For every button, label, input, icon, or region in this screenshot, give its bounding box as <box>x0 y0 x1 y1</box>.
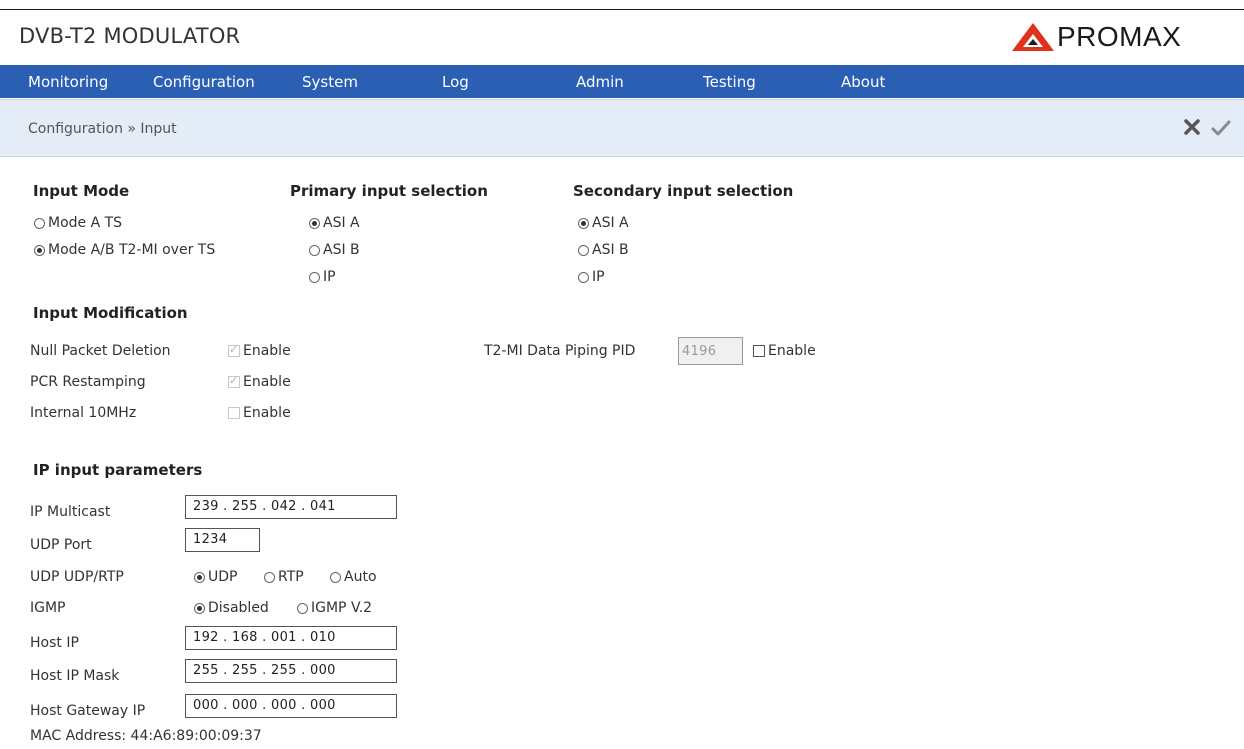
input-mode-heading: Input Mode <box>33 182 130 200</box>
input-mode-option-t2mi[interactable]: Mode A/B T2-MI over TS <box>34 242 215 258</box>
checkbox-checked-icon <box>228 374 240 388</box>
option-label: Disabled <box>208 600 269 616</box>
logo-text: PROMAX <box>1057 21 1182 52</box>
host-gateway-label: Host Gateway IP <box>30 703 146 719</box>
option-label: RTP <box>278 569 304 585</box>
radio-icon <box>309 244 320 256</box>
ip-multicast-input[interactable]: 239 . 255 . 042 . 041 <box>185 495 397 519</box>
udp-rtp-label: UDP UDP/RTP <box>30 569 124 585</box>
option-label: ASI B <box>323 242 360 258</box>
option-label: ASI B <box>592 242 629 258</box>
mac-address: MAC Address: 44:A6:89:00:09:37 <box>30 728 262 744</box>
option-label: ASI A <box>323 215 360 231</box>
pcr-restamping-checkbox[interactable]: Enable <box>228 374 291 390</box>
radio-icon <box>330 571 341 583</box>
radio-icon <box>309 271 320 283</box>
null-packet-deletion-label: Null Packet Deletion <box>30 343 171 359</box>
radio-icon <box>264 571 275 583</box>
t2mi-pid-label: T2-MI Data Piping PID <box>484 343 636 359</box>
checkbox-label: Enable <box>243 343 291 359</box>
checkbox-checked-icon <box>228 343 240 357</box>
input-mode-option-ts[interactable]: Mode A TS <box>34 215 122 231</box>
promax-logo: PROMAX <box>1011 17 1244 57</box>
checkbox-icon <box>228 407 240 419</box>
primary-option-asi-a[interactable]: ASI A <box>309 215 360 231</box>
checkbox-icon <box>753 345 765 357</box>
radio-icon <box>578 271 589 283</box>
primary-input-heading: Primary input selection <box>290 182 488 200</box>
secondary-option-asi-a[interactable]: ASI A <box>578 215 629 231</box>
nav-log[interactable]: Log <box>442 73 469 91</box>
radio-icon <box>578 244 589 256</box>
confirm-check-icon[interactable] <box>1211 119 1231 141</box>
main-nav: Monitoring Configuration System Log Admi… <box>0 65 1244 98</box>
internal-10mhz-label: Internal 10MHz <box>30 405 137 421</box>
pcr-restamping-label: PCR Restamping <box>30 374 146 390</box>
cancel-x-icon[interactable] <box>1183 118 1201 140</box>
primary-option-ip[interactable]: IP <box>309 269 336 285</box>
null-packet-deletion-checkbox[interactable]: Enable <box>228 343 291 359</box>
secondary-option-asi-b[interactable]: ASI B <box>578 242 629 258</box>
option-label: ASI A <box>592 215 629 231</box>
igmp-disabled-option[interactable]: Disabled <box>194 600 269 616</box>
host-gateway-input[interactable]: 000 . 000 . 000 . 000 <box>185 694 397 718</box>
option-label: IP <box>592 269 605 285</box>
udp-port-label: UDP Port <box>30 537 92 553</box>
host-ip-input[interactable]: 192 . 168 . 001 . 010 <box>185 626 397 650</box>
option-label: IP <box>323 269 336 285</box>
option-label: IGMP V.2 <box>311 600 373 616</box>
t2mi-pid-input[interactable]: 4196 <box>678 337 743 365</box>
promax-logo-icon <box>1012 23 1054 51</box>
breadcrumb-bar: Configuration » Input <box>0 99 1244 157</box>
nav-testing[interactable]: Testing <box>703 73 756 91</box>
host-ip-mask-input[interactable]: 255 . 255 . 255 . 000 <box>185 659 397 683</box>
nav-configuration[interactable]: Configuration <box>153 73 255 91</box>
radio-icon <box>297 602 308 614</box>
radio-icon <box>34 217 45 229</box>
secondary-input-heading: Secondary input selection <box>573 182 794 200</box>
igmp-label: IGMP <box>30 600 66 616</box>
top-border-line <box>0 9 1244 10</box>
checkbox-label: Enable <box>243 405 291 421</box>
option-label: Auto <box>344 569 377 585</box>
option-label: Mode A/B T2-MI over TS <box>48 242 216 258</box>
auto-option[interactable]: Auto <box>330 569 377 585</box>
host-ip-label: Host IP <box>30 635 79 651</box>
udp-port-input[interactable]: 1234 <box>185 528 260 552</box>
internal-10mhz-checkbox[interactable]: Enable <box>228 405 291 421</box>
nav-about[interactable]: About <box>841 73 885 91</box>
radio-selected-icon <box>34 244 45 256</box>
nav-monitoring[interactable]: Monitoring <box>28 73 108 91</box>
rtp-option[interactable]: RTP <box>264 569 304 585</box>
secondary-option-ip[interactable]: IP <box>578 269 605 285</box>
ip-multicast-label: IP Multicast <box>30 504 111 520</box>
radio-selected-icon <box>309 217 320 229</box>
radio-selected-icon <box>578 217 589 229</box>
breadcrumb: Configuration » Input <box>28 121 177 137</box>
host-ip-mask-label: Host IP Mask <box>30 668 120 684</box>
igmp-v2-option[interactable]: IGMP V.2 <box>297 600 372 616</box>
t2mi-pid-enable-checkbox[interactable]: Enable <box>753 343 816 359</box>
nav-admin[interactable]: Admin <box>576 73 624 91</box>
app-title: DVB-T2 MODULATOR <box>19 24 241 48</box>
checkbox-label: Enable <box>768 343 816 359</box>
input-modification-heading: Input Modification <box>33 304 188 322</box>
option-label: UDP <box>208 569 238 585</box>
radio-selected-icon <box>194 571 205 583</box>
primary-option-asi-b[interactable]: ASI B <box>309 242 360 258</box>
radio-selected-icon <box>194 602 205 614</box>
nav-system[interactable]: System <box>302 73 358 91</box>
udp-option[interactable]: UDP <box>194 569 237 585</box>
option-label: Mode A TS <box>48 215 123 231</box>
checkbox-label: Enable <box>243 374 291 390</box>
ip-params-heading: IP input parameters <box>33 461 203 479</box>
